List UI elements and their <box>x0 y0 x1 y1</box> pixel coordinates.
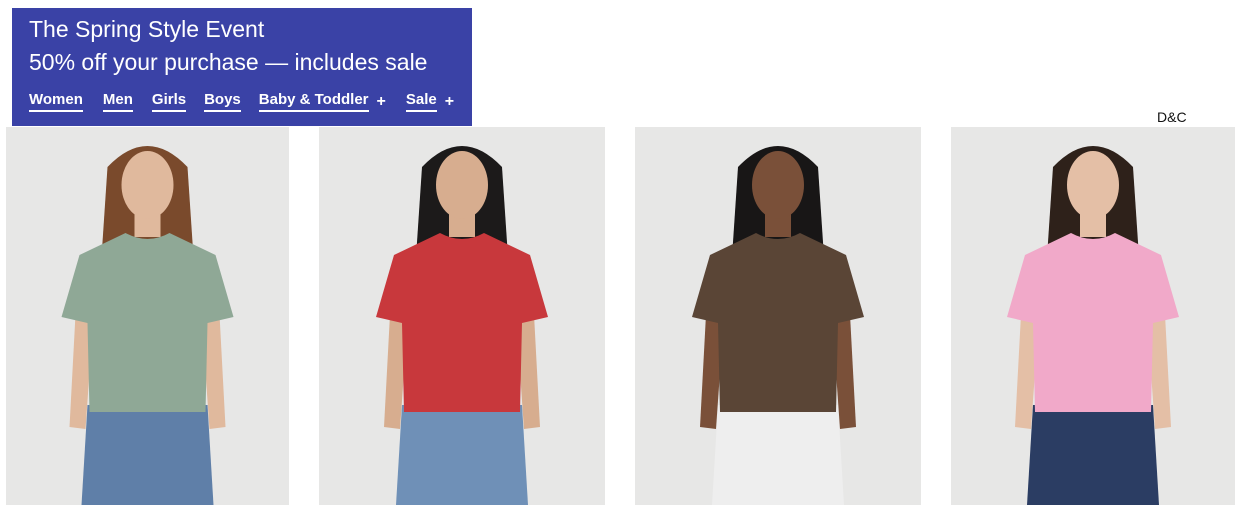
product-card[interactable] <box>319 127 605 505</box>
product-card[interactable] <box>951 127 1235 505</box>
nav-link-boys[interactable]: Boys <box>204 91 241 112</box>
model-pants <box>81 405 214 505</box>
model-pants <box>396 405 528 505</box>
nav-link-women[interactable]: Women <box>29 91 83 112</box>
model-in-red-tee <box>376 146 548 505</box>
brand-label: D&C <box>1157 109 1187 125</box>
plus-icon[interactable]: + <box>377 93 386 111</box>
model-pants <box>712 405 844 505</box>
nav-link-girls[interactable]: Girls <box>151 91 187 112</box>
model-pants <box>1027 405 1159 505</box>
nav-link-baby-toddler[interactable]: Baby & Toddler <box>258 91 369 112</box>
model-face <box>436 151 488 219</box>
promo-title: The Spring Style Event <box>29 16 265 42</box>
promo-banner: The Spring Style Event 50% off your purc… <box>12 8 472 126</box>
model-in-green-tee <box>61 146 234 505</box>
model-in-pink-tee <box>1007 146 1179 505</box>
nav-link-men[interactable]: Men <box>102 91 133 112</box>
product-card[interactable] <box>635 127 921 505</box>
promo-nav: Women Men Girls Boys Baby & Toddler + Sa… <box>29 91 454 112</box>
nav-item-baby-toddler: Baby & Toddler + <box>258 91 386 112</box>
nav-item-sale: Sale + <box>405 91 454 112</box>
product-card[interactable] <box>6 127 289 505</box>
model-face <box>121 151 174 219</box>
model-face <box>752 151 804 219</box>
nav-link-sale[interactable]: Sale <box>405 91 437 112</box>
model-in-brown-tee <box>692 146 864 505</box>
model-face <box>1067 151 1119 219</box>
plus-icon[interactable]: + <box>445 93 454 111</box>
promo-offer: 50% off your purchase — includes sale <box>29 49 428 75</box>
